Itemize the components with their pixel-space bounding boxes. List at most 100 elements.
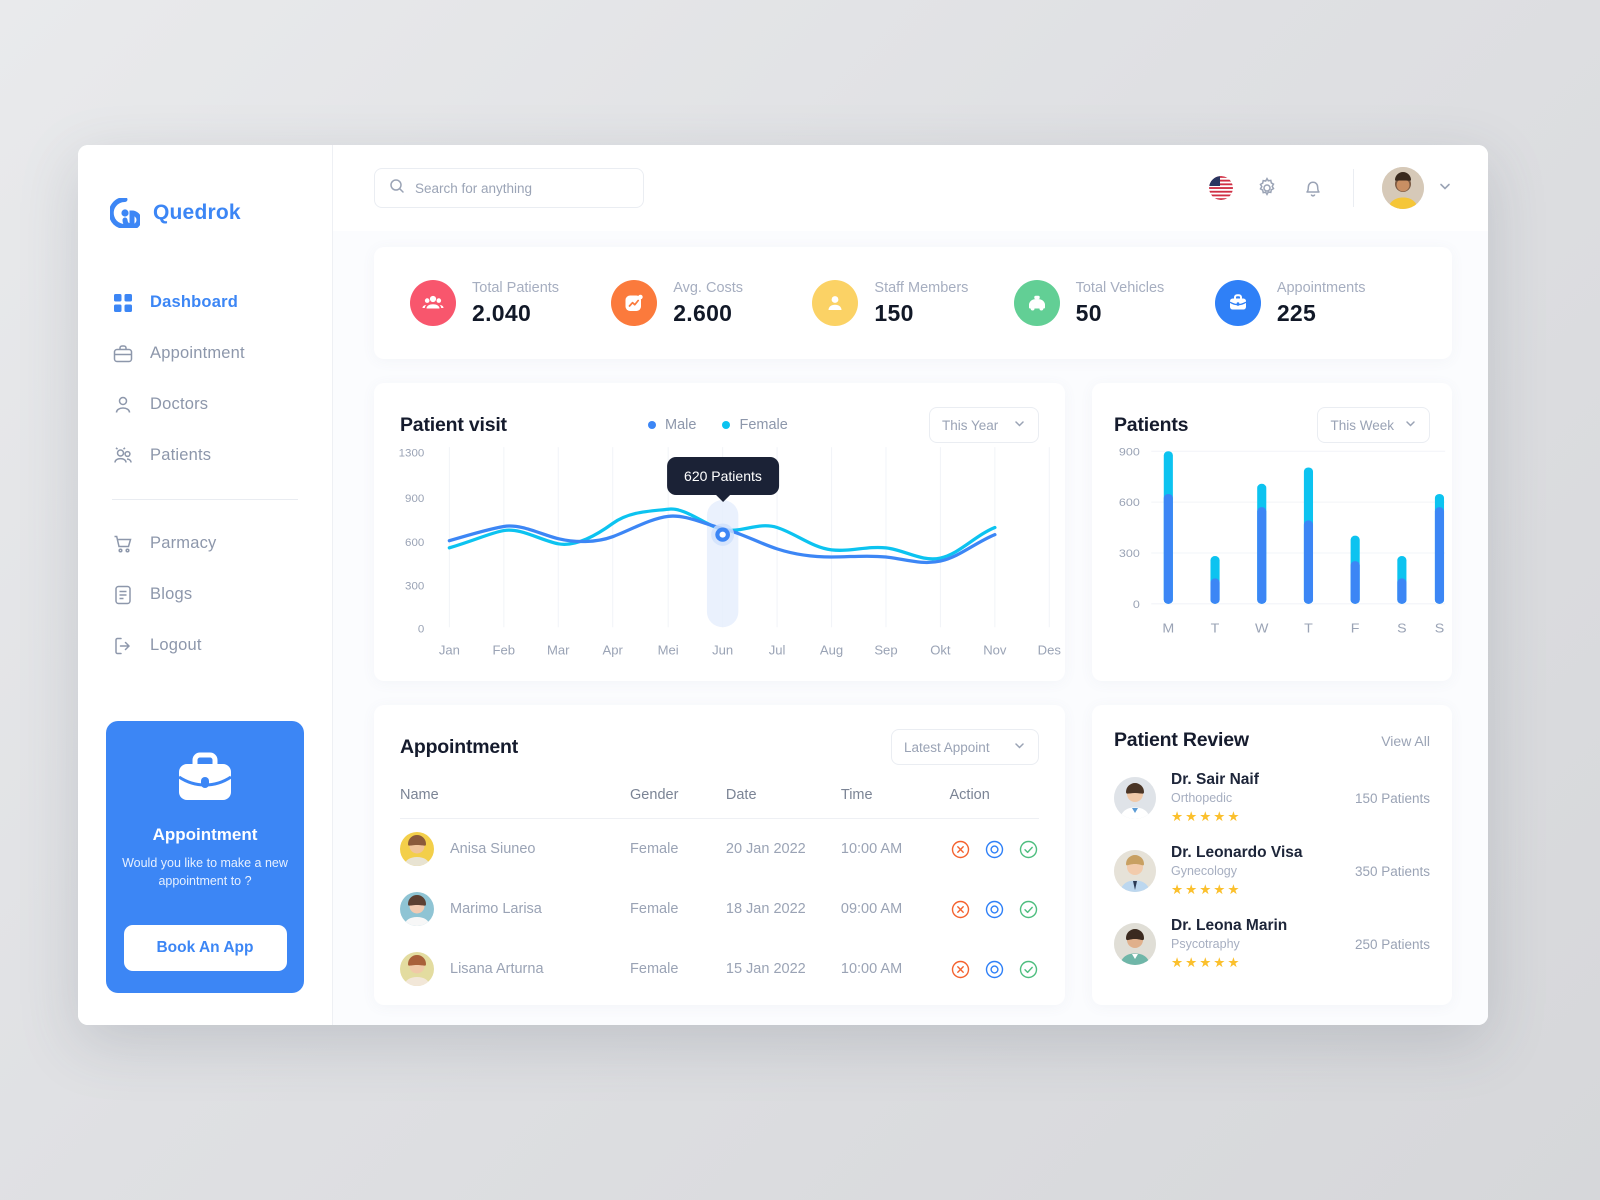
view-icon[interactable] bbox=[984, 959, 1005, 980]
gear-icon[interactable] bbox=[1255, 176, 1279, 200]
column-header-gender: Gender bbox=[630, 787, 726, 819]
approve-icon[interactable] bbox=[1018, 899, 1039, 920]
sidebar-item-doctors[interactable]: Doctors bbox=[78, 379, 332, 430]
patients-bar-plot: 900 600 300 0 M T W T F S S bbox=[1092, 439, 1452, 673]
table-row[interactable]: Anisa Siuneo Female 20 Jan 2022 10:00 AM bbox=[400, 819, 1039, 880]
svg-text:0: 0 bbox=[1133, 598, 1140, 611]
patients-period-select[interactable]: This Week bbox=[1317, 407, 1430, 443]
book-an-app-button[interactable]: Book An App bbox=[123, 925, 287, 971]
topbar-divider bbox=[1353, 169, 1354, 207]
chevron-down-icon[interactable] bbox=[1438, 179, 1452, 198]
avatar bbox=[1114, 777, 1156, 819]
brand[interactable]: Quedrok bbox=[78, 193, 332, 233]
sidebar-item-label: Parmacy bbox=[150, 534, 217, 552]
cell-date: 20 Jan 2022 bbox=[725, 841, 806, 857]
us-flag-icon[interactable] bbox=[1209, 176, 1233, 200]
svg-text:T: T bbox=[1304, 621, 1313, 635]
sidebar-nav: Dashboard Appointment Doctors Patients P… bbox=[78, 277, 332, 671]
search-input[interactable] bbox=[415, 180, 629, 196]
chevron-down-icon bbox=[1013, 739, 1026, 755]
doctor-name: Dr. Sair Naif bbox=[1171, 771, 1259, 788]
legend-item-male: Male bbox=[648, 417, 696, 433]
sidebar-item-logout[interactable]: Logout bbox=[78, 620, 332, 671]
doctor-specialty: Psycotraphy bbox=[1171, 937, 1240, 951]
view-icon[interactable] bbox=[984, 899, 1005, 920]
view-icon[interactable] bbox=[984, 839, 1005, 860]
svg-text:Okt: Okt bbox=[930, 643, 951, 658]
legend-label: Female bbox=[739, 417, 788, 433]
cell-gender: Female bbox=[630, 841, 679, 857]
doctor-patient-count: 150 Patients bbox=[1354, 790, 1430, 806]
chart-legend: Male Female bbox=[648, 417, 788, 433]
patients-chart-card: Patients This Week 900 600 300 0 M T W T… bbox=[1092, 383, 1452, 681]
bottom-row: Appointment Latest Appoint Name Gender D… bbox=[374, 705, 1452, 1005]
svg-text:Nov: Nov bbox=[983, 643, 1007, 658]
sidebar-item-appointment[interactable]: Appointment bbox=[78, 328, 332, 379]
sidebar-item-label: Appointment bbox=[150, 344, 245, 362]
ambulance-icon bbox=[1013, 280, 1060, 326]
sidebar-item-parmacy[interactable]: Parmacy bbox=[78, 518, 332, 569]
stat-label: Staff Members bbox=[874, 279, 969, 296]
cell-gender: Female bbox=[630, 901, 679, 917]
cancel-icon[interactable] bbox=[950, 959, 971, 980]
user-icon bbox=[112, 394, 134, 416]
stat-label: Avg. Costs bbox=[673, 279, 744, 296]
doctor-name: Dr. Leonardo Visa bbox=[1171, 844, 1303, 861]
search-box[interactable] bbox=[374, 168, 644, 208]
svg-text:600: 600 bbox=[1119, 496, 1140, 509]
svg-text:Des: Des bbox=[1038, 643, 1061, 658]
select-value: This Year bbox=[942, 417, 999, 433]
cell-date: 15 Jan 2022 bbox=[725, 961, 806, 977]
chevron-down-icon bbox=[1404, 417, 1417, 433]
quedrok-logo-icon bbox=[108, 196, 142, 230]
svg-text:Jul: Jul bbox=[769, 643, 786, 658]
stat-staff-members: Staff Members 150 bbox=[812, 280, 1013, 327]
appointment-sort-select[interactable]: Latest Appoint bbox=[891, 729, 1039, 765]
avatar bbox=[400, 832, 434, 866]
sidebar-item-label: Patients bbox=[150, 446, 212, 464]
appointment-promo-card: Appointment Would you like to make a new… bbox=[106, 721, 304, 993]
column-header-name: Name bbox=[400, 787, 631, 819]
list-item[interactable]: Dr. Leonardo Visa Gynecology ★★★★★ 350 P… bbox=[1114, 844, 1430, 898]
cancel-icon[interactable] bbox=[950, 899, 971, 920]
stat-value: 2.040 bbox=[472, 299, 532, 326]
sidebar-item-dashboard[interactable]: Dashboard bbox=[78, 277, 332, 328]
cancel-icon[interactable] bbox=[950, 839, 971, 860]
person-icon bbox=[812, 280, 859, 326]
sidebar-item-label: Doctors bbox=[150, 395, 209, 413]
svg-text:300: 300 bbox=[1119, 547, 1140, 560]
list-item[interactable]: Dr. Sair Naif Orthopedic ★★★★★ 150 Patie… bbox=[1114, 771, 1430, 825]
table-row[interactable]: Lisana Arturna Female 15 Jan 2022 10:00 … bbox=[400, 939, 1039, 999]
svg-text:Feb: Feb bbox=[493, 643, 516, 658]
sidebar-item-patients[interactable]: Patients bbox=[78, 430, 332, 481]
stat-label: Total Vehicles bbox=[1075, 279, 1165, 296]
profile-menu[interactable] bbox=[1382, 167, 1452, 209]
select-value: This Week bbox=[1330, 417, 1394, 433]
topbar-actions bbox=[1209, 167, 1452, 209]
doctor-patient-count: 350 Patients bbox=[1354, 863, 1430, 879]
stat-appointments: Appointments 225 bbox=[1214, 280, 1416, 327]
svg-text:S: S bbox=[1435, 621, 1445, 635]
svg-text:S: S bbox=[1397, 621, 1407, 635]
svg-text:900: 900 bbox=[1119, 445, 1140, 458]
patient-visit-plot: 1300 900 600 300 0 Jan Feb Mar Apr Mei J… bbox=[374, 439, 1065, 673]
sidebar-item-blogs[interactable]: Blogs bbox=[78, 569, 332, 620]
column-header-action: Action bbox=[949, 787, 1039, 819]
patient-visit-period-select[interactable]: This Year bbox=[929, 407, 1039, 443]
list-item[interactable]: Dr. Leona Marin Psycotraphy ★★★★★ 250 Pa… bbox=[1114, 917, 1430, 971]
view-all-link[interactable]: View All bbox=[1381, 733, 1430, 749]
grid-icon bbox=[112, 292, 134, 314]
sidebar-divider bbox=[112, 499, 298, 500]
bell-icon[interactable] bbox=[1301, 176, 1325, 200]
sidebar-item-label: Logout bbox=[150, 636, 202, 654]
approve-icon[interactable] bbox=[1018, 839, 1039, 860]
main-area: Total Patients 2.040 Avg. Costs 2.600 bbox=[333, 145, 1488, 1025]
table-row[interactable]: Marimo Larisa Female 18 Jan 2022 09:00 A… bbox=[400, 879, 1039, 939]
approve-icon[interactable] bbox=[1018, 959, 1039, 980]
rating-stars: ★★★★★ bbox=[1171, 955, 1242, 970]
legend-dot bbox=[722, 421, 731, 429]
svg-text:Mar: Mar bbox=[547, 643, 570, 658]
legend-dot bbox=[648, 421, 657, 429]
select-value: Latest Appoint bbox=[904, 739, 990, 755]
appointment-header: Appointment Latest Appoint bbox=[400, 729, 1039, 765]
